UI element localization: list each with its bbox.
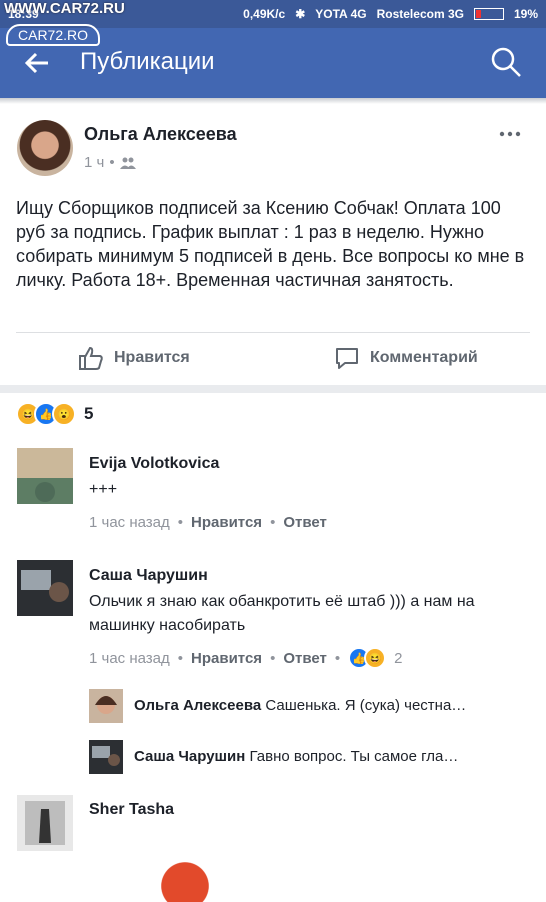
reply-text: Гавно вопрос. Ты самое гла… [249, 748, 459, 765]
commenter-avatar[interactable] [17, 448, 73, 504]
battery-percent: 19% [513, 7, 538, 21]
friends-audience-icon [119, 157, 136, 169]
commenter-name[interactable]: Sher Tasha [89, 801, 174, 819]
like-label: Нравится [114, 349, 190, 366]
battery-icon [473, 8, 504, 20]
reply-author: Ольга Алексеева [134, 697, 262, 714]
commenter-avatar[interactable] [17, 560, 73, 616]
comment-reply-link[interactable]: Ответ [283, 514, 327, 531]
like-button[interactable]: Нравится [78, 345, 190, 371]
sticker-partial [150, 862, 220, 902]
back-arrow-icon[interactable] [22, 48, 52, 78]
network-speed: 0,49K/c [243, 7, 286, 21]
post-body: Ищу Сборщиков подписей за Ксению Собчак!… [16, 198, 525, 290]
commenter-name[interactable]: Саша Чарушин [89, 567, 208, 585]
comment-like-link[interactable]: Нравится [191, 650, 262, 667]
carrier-1: YOTA 4G [315, 7, 367, 21]
reply-item[interactable]: Саша Чарушин Гавно вопрос. Ты самое гла… [134, 748, 458, 765]
reply-text: Сашенька. Я (сука) честна… [265, 697, 467, 714]
watermark-url: WWW.CAR72.RU [4, 0, 125, 17]
comment-reaction-count: 2 [394, 649, 403, 667]
comment-label: Комментарий [370, 349, 478, 366]
comment-meta: 1 час назад • Нравится • Ответ [89, 514, 327, 531]
post-meta: 1 ч • [84, 154, 136, 171]
reply-author: Саша Чарушин [134, 748, 246, 765]
carrier-2: Rostelecom 3G [376, 7, 464, 21]
commenter-avatar[interactable] [17, 795, 73, 851]
comment-time: 1 час назад [89, 649, 170, 667]
page-title: Публикации [80, 48, 215, 75]
post-author-name[interactable]: Ольга Алексеева [84, 124, 237, 145]
reply-item[interactable]: Ольга Алексеева Сашенька. Я (сука) честн… [134, 697, 466, 714]
wow-reaction-icon: 😮 [52, 402, 76, 426]
comment-icon [336, 348, 358, 369]
reply-avatar[interactable] [89, 689, 123, 723]
comment-text: +++ [89, 481, 118, 498]
comment-reply-link[interactable]: Ответ [283, 650, 327, 667]
post-author-avatar[interactable] [17, 120, 73, 176]
comment-button[interactable]: Комментарий [334, 345, 478, 371]
commenter-name[interactable]: Evija Volotkovica [89, 455, 219, 473]
watermark-logo: CAR72.RO [6, 24, 101, 46]
haha-reaction-icon: 😆 [364, 647, 387, 669]
post-actions: Нравится Комментарий [0, 333, 546, 385]
reactions-summary[interactable]: 😆 👍 😮 5 [16, 402, 93, 426]
post-time[interactable]: 1 ч [84, 154, 104, 171]
reply-avatar[interactable] [89, 740, 123, 774]
appbar-shadow [0, 98, 546, 104]
bluetooth-icon: ✱ [295, 7, 306, 21]
thumbs-up-icon [79, 346, 103, 370]
comment-text: Ольчик я знаю как обанкротить её штаб ))… [89, 593, 475, 634]
comment-reactions[interactable]: 👍 😆 [348, 647, 387, 669]
search-icon[interactable] [488, 44, 524, 80]
reaction-count: 5 [84, 404, 94, 423]
comment-meta: 1 час назад • Нравится • Ответ • 👍 😆 2 [89, 647, 402, 669]
section-divider [0, 385, 546, 393]
more-options-icon[interactable] [498, 128, 522, 140]
comment-time: 1 час назад [89, 514, 170, 531]
comment-like-link[interactable]: Нравится [191, 514, 262, 531]
